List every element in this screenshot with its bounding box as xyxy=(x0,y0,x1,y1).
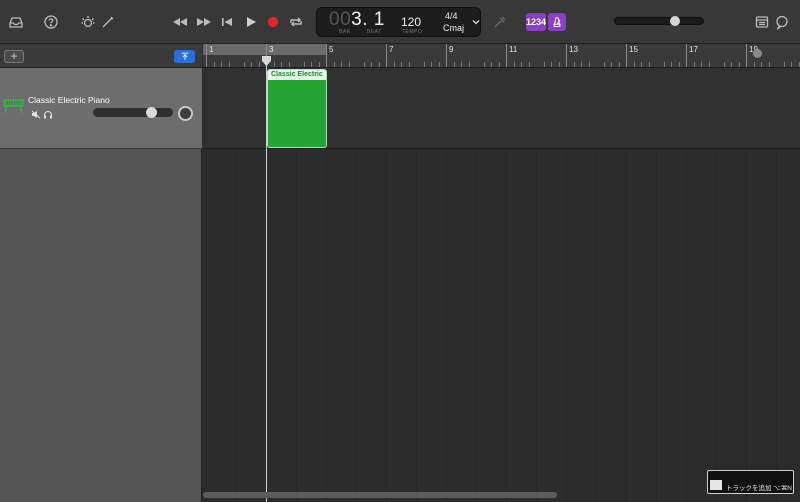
ruler-bar-number: 7 xyxy=(389,45,394,54)
rewind-icon[interactable] xyxy=(170,12,190,32)
cycle-icon[interactable] xyxy=(286,12,306,32)
electric-piano-icon xyxy=(3,99,24,114)
record-icon[interactable] xyxy=(263,12,283,32)
zoom-knob[interactable] xyxy=(753,49,762,58)
notepad-icon[interactable] xyxy=(752,12,772,32)
lcd-time-signature[interactable]: 4/4 xyxy=(445,11,458,21)
garageband-window: 003. 1 BAR BEAT 120 TEMPO 4/4 Cmaj 1234 xyxy=(0,0,800,502)
playhead[interactable] xyxy=(266,56,267,502)
ruler-bar-line xyxy=(386,44,387,67)
toolbar: 003. 1 BAR BEAT 120 TEMPO 4/4 Cmaj 1234 xyxy=(0,0,800,44)
track-headers-toolbar: + xyxy=(0,44,202,68)
track-headers: + Classic Electric Piano xyxy=(0,44,202,502)
ruler-bar-number: 13 xyxy=(569,45,578,54)
ruler-bar-line xyxy=(446,44,447,67)
lcd-display[interactable]: 003. 1 BAR BEAT 120 TEMPO 4/4 Cmaj xyxy=(316,7,481,37)
lcd-position: 003. 1 xyxy=(329,9,385,30)
ruler-bar-line xyxy=(686,44,687,67)
midi-region[interactable]: Classic Electric xyxy=(267,69,327,148)
play-icon[interactable] xyxy=(241,12,261,32)
playhead-handle[interactable] xyxy=(262,56,271,66)
library-icon[interactable] xyxy=(6,12,26,32)
tooltip-swatch xyxy=(710,480,722,490)
track-pan-knob[interactable] xyxy=(178,106,193,121)
ruler-bar-line xyxy=(326,44,327,67)
tuner-icon[interactable] xyxy=(490,12,510,32)
lcd-bar-label: BAR xyxy=(339,29,351,35)
editors-pencil-icon[interactable] xyxy=(98,12,118,32)
ruler-bar-number: 1 xyxy=(209,45,214,54)
ruler-bar-number: 9 xyxy=(449,45,454,54)
smart-controls-icon[interactable] xyxy=(78,12,98,32)
catch-playhead-icon xyxy=(181,52,188,60)
go-to-beginning-icon[interactable] xyxy=(217,12,237,32)
lcd-tempo[interactable]: 120 xyxy=(401,15,421,29)
add-track-tooltip: トラックを追加 ⌥⌘N xyxy=(707,470,794,494)
loop-browser-icon[interactable] xyxy=(772,12,792,32)
track-volume-slider[interactable] xyxy=(93,107,173,118)
track-name[interactable]: Classic Electric Piano xyxy=(28,95,110,105)
chevron-down-icon[interactable] xyxy=(471,17,481,27)
master-volume-slider[interactable] xyxy=(614,16,704,26)
fast-forward-icon[interactable] xyxy=(194,12,214,32)
ruler-bar-line xyxy=(206,44,207,67)
lcd-beat-label: BEAT xyxy=(367,29,382,35)
count-in-badge[interactable]: 1234 xyxy=(526,13,546,31)
lcd-tempo-label: TEMPO xyxy=(402,29,423,35)
ruler-bar-number: 15 xyxy=(629,45,638,54)
master-volume-knob[interactable] xyxy=(670,16,680,26)
region-title: Classic Electric xyxy=(268,70,326,80)
tooltip-text: トラックを追加 ⌥⌘N xyxy=(726,485,792,492)
metronome-icon xyxy=(553,17,561,27)
ruler[interactable]: 135791113151719 xyxy=(203,44,800,68)
add-track-button[interactable]: + xyxy=(4,50,24,63)
ruler-bar-number: 17 xyxy=(689,45,698,54)
ruler-bar-line xyxy=(566,44,567,67)
ruler-bar-number: 3 xyxy=(269,45,274,54)
ruler-bar-line xyxy=(746,44,747,67)
smart-controls-filter-button[interactable] xyxy=(174,50,195,63)
ruler-bar-number: 5 xyxy=(329,45,334,54)
tracks-area[interactable]: 135791113151719 Classic Electric xyxy=(203,44,800,502)
headphones-icon[interactable] xyxy=(43,110,53,119)
track-volume-knob[interactable] xyxy=(146,107,157,118)
ruler-bar-number: 11 xyxy=(509,45,518,54)
lcd-key[interactable]: Cmaj xyxy=(443,23,464,33)
track-header[interactable]: Classic Electric Piano xyxy=(0,68,202,149)
horizontal-scrollbar[interactable] xyxy=(203,492,557,498)
ruler-bar-line xyxy=(506,44,507,67)
cycle-region[interactable] xyxy=(203,44,326,55)
metronome-badge[interactable] xyxy=(548,13,566,31)
mute-icon[interactable] xyxy=(31,110,41,119)
help-icon[interactable] xyxy=(41,12,61,32)
ruler-bar-line xyxy=(626,44,627,67)
